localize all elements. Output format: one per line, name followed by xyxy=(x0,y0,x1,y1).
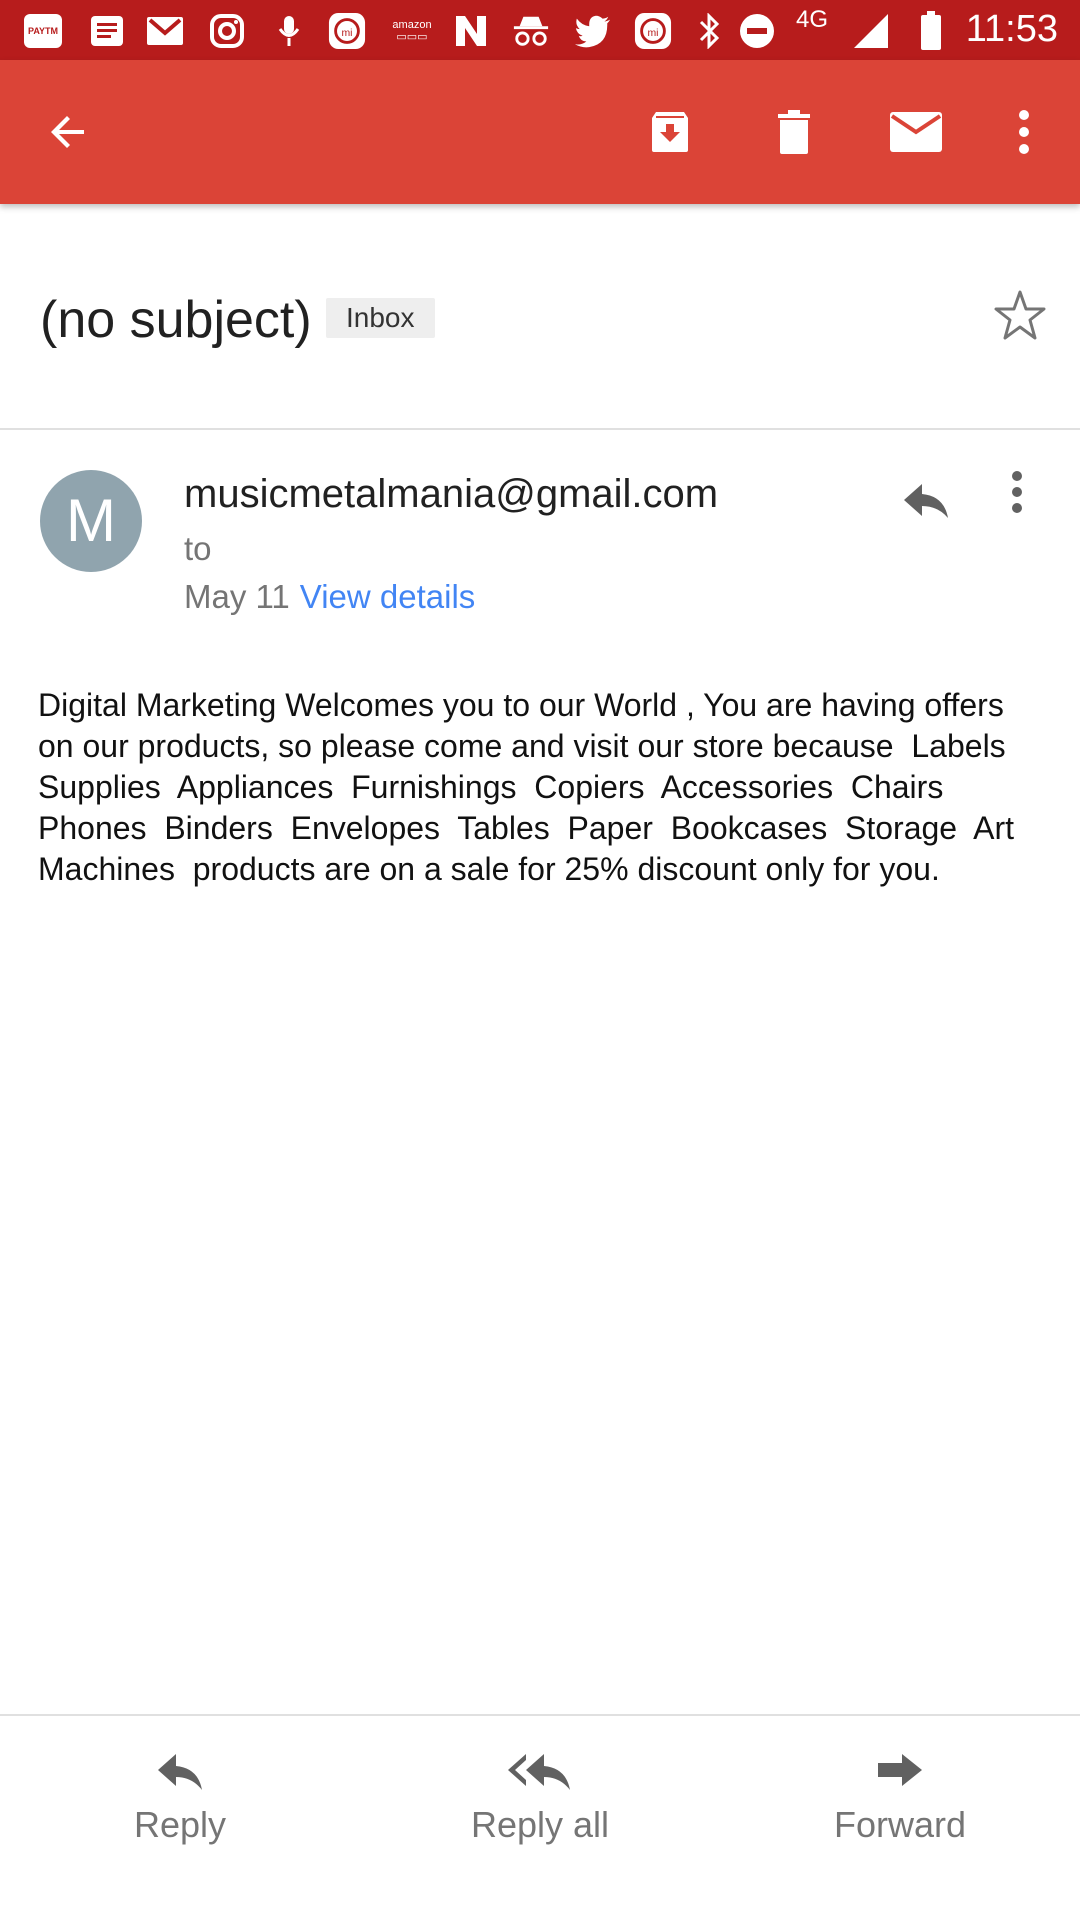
svg-text:mi: mi xyxy=(647,28,658,39)
reply-all-label: Reply all xyxy=(470,1804,610,1845)
forward-button[interactable]: Forward xyxy=(800,1750,1000,1846)
amazon-icon: amazon ▭▭▭ xyxy=(392,19,432,43)
arrow-back-icon[interactable] xyxy=(28,92,108,172)
clock: 11:53 xyxy=(965,8,1058,50)
bluetooth-icon xyxy=(690,12,728,50)
signal-icon xyxy=(852,12,890,50)
app-bar xyxy=(0,60,1080,204)
mark-unread-icon[interactable] xyxy=(876,92,956,172)
message-date: May 11 xyxy=(184,578,290,615)
delete-icon[interactable] xyxy=(754,92,834,172)
message-header: M musicmetalmania@gmail.com to May 11 Vie… xyxy=(0,430,1080,650)
reply-icon[interactable] xyxy=(896,470,956,530)
gmail-icon xyxy=(146,12,184,50)
label-chip-inbox[interactable]: Inbox xyxy=(326,298,435,338)
archive-icon[interactable] xyxy=(630,92,710,172)
reply-all-icon xyxy=(508,1754,570,1790)
forward-icon xyxy=(878,1754,922,1786)
subject-row: (no subject) Inbox xyxy=(0,204,1080,430)
star-icon[interactable] xyxy=(990,286,1050,346)
forward-label: Forward xyxy=(833,1804,967,1845)
incognito-icon xyxy=(512,12,550,50)
reply-all-button[interactable]: Reply all xyxy=(440,1750,640,1846)
mic-icon xyxy=(270,12,308,50)
status-bar: PAYTM mi amazon ▭▭▭ mi 4G 11:53 xyxy=(0,0,1080,60)
email-body: Digital Marketing Welcomes you to our Wo… xyxy=(38,687,1032,887)
news-icon xyxy=(88,12,126,50)
more-vert-icon[interactable] xyxy=(1010,470,1050,530)
reply-label: Reply xyxy=(133,1804,227,1845)
instagram-icon xyxy=(208,12,246,50)
do-not-disturb-icon xyxy=(738,12,776,50)
more-vert-icon[interactable] xyxy=(984,92,1064,172)
email-subject: (no subject) xyxy=(40,291,312,349)
recipient-line: to xyxy=(184,530,212,567)
sender-email[interactable]: musicmetalmania@gmail.com xyxy=(184,472,718,517)
reply-icon xyxy=(158,1754,202,1790)
paytm-icon: PAYTM xyxy=(24,12,62,50)
date-line: May 11 View details xyxy=(184,578,475,616)
avatar[interactable]: M xyxy=(40,470,142,572)
network-type: 4G xyxy=(796,6,829,33)
battery-icon xyxy=(912,11,950,50)
view-details-link[interactable]: View details xyxy=(300,578,476,615)
svg-text:mi: mi xyxy=(341,28,352,39)
reply-button[interactable]: Reply xyxy=(80,1750,280,1846)
mi-icon: mi xyxy=(328,12,366,50)
twitter-icon xyxy=(574,12,612,50)
n-icon xyxy=(452,12,490,50)
divider xyxy=(0,1714,1080,1716)
mi-icon: mi xyxy=(634,12,672,50)
